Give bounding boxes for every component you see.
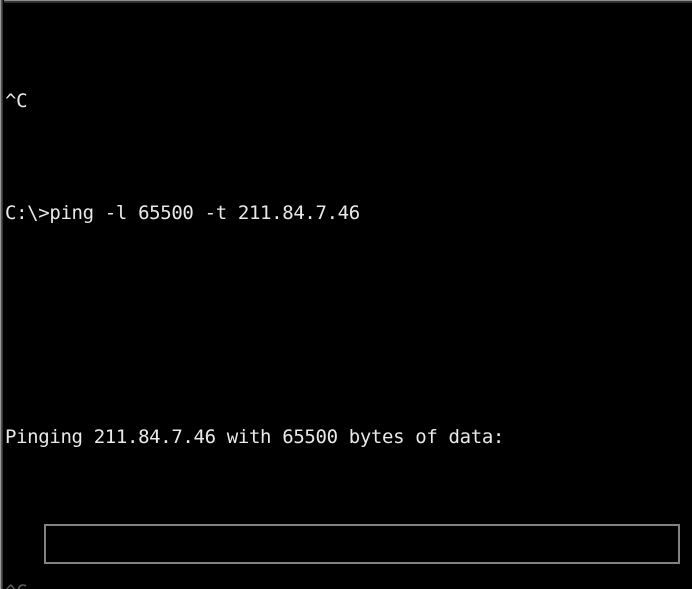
command-prompt-window[interactable]: ^C C:\>ping -l 65500 -t 211.84.7.46 Ping… (0, 0, 692, 589)
command-prompt-line: C:\>ping -l 65500 -t 211.84.7.46 (5, 202, 360, 224)
interrupt-indicator-line: ^C (5, 90, 28, 112)
pinging-header-line: Pinging 211.84.7.46 with 65500 bytes of … (5, 426, 505, 448)
console-text-area[interactable]: ^C C:\>ping -l 65500 -t 211.84.7.46 Ping… (4, 3, 692, 589)
clipped-interrupt-line: ^C (5, 578, 27, 589)
